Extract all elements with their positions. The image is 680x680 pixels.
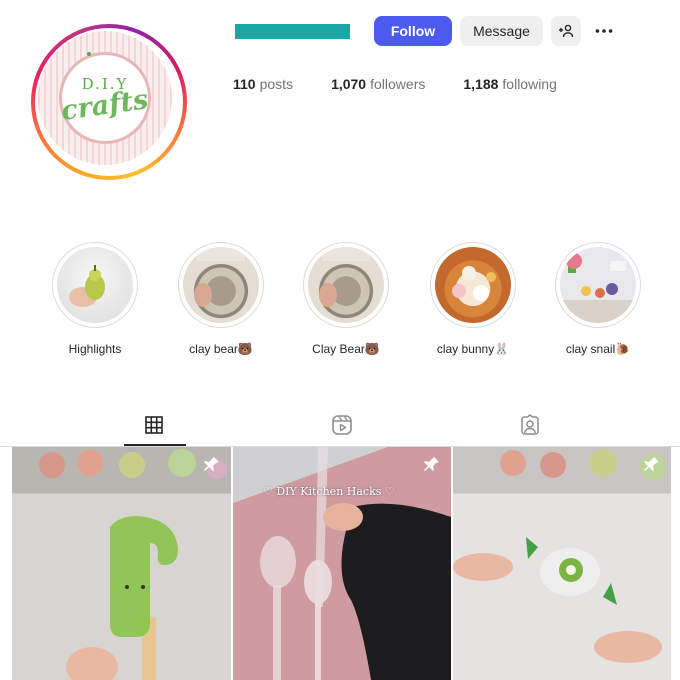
highlight-ring: [178, 242, 264, 328]
stat-followers[interactable]: 1,070 followers: [331, 76, 425, 92]
active-tab-indicator: [124, 444, 186, 446]
message-button[interactable]: Message: [460, 16, 543, 46]
pinned-icon: [424, 457, 439, 471]
highlight-ring: [303, 242, 389, 328]
username-redacted: [235, 24, 350, 39]
stat-followers-label: followers: [370, 76, 426, 92]
pinned-icon: [644, 457, 659, 471]
logo-main-text: crafts: [59, 84, 151, 127]
green-ice-pop-image: [39, 449, 227, 680]
pinned-icon: [204, 457, 219, 471]
pear-charm-image: [69, 265, 105, 307]
profile-avatar[interactable]: D.I.Y crafts: [31, 24, 187, 180]
grid-icon: [145, 416, 163, 434]
highlight-ring: [430, 242, 516, 328]
highlight-ring: [52, 242, 138, 328]
post-tile[interactable]: [453, 447, 671, 680]
stat-posts: 110 posts: [233, 76, 293, 92]
highlight-thumbnail: [560, 247, 636, 323]
more-options-button[interactable]: [589, 16, 619, 46]
highlight-clay-bear-2[interactable]: Clay Bear🐻: [303, 242, 389, 356]
kiwi-candy-charm-image: [453, 449, 666, 663]
post-caption: ♡ DIY Kitchen Hacks ♡: [263, 485, 395, 498]
clay-snail-image: [566, 253, 626, 298]
highlight-thumbnail: [183, 247, 259, 323]
highlight-clay-bear[interactable]: clay bear🐻: [178, 242, 264, 356]
stat-following-label: following: [502, 76, 557, 92]
profile-stats: 110 posts 1,070 followers 1,188 following: [233, 76, 595, 92]
stat-followers-value: 1,070: [331, 76, 367, 92]
highlight-label: Clay Bear🐻: [312, 342, 380, 356]
highlight-label: Highlights: [68, 342, 122, 356]
post-tile[interactable]: [12, 447, 231, 680]
stat-posts-value: 110: [233, 76, 256, 92]
stat-following-value: 1,188: [463, 76, 499, 92]
plastic-spoons-image: [260, 447, 451, 680]
add-user-icon: [559, 24, 574, 38]
stat-posts-label: posts: [259, 76, 294, 92]
highlight-label: clay bear🐻: [189, 342, 253, 356]
clay-bowl-image: [319, 247, 370, 307]
reels-icon: [332, 415, 352, 435]
avatar-background: D.I.Y crafts: [38, 31, 172, 165]
avatar-logo: D.I.Y crafts: [59, 52, 151, 141]
highlight-ring: [555, 242, 641, 328]
highlight-label: clay bunny🐰: [436, 342, 510, 356]
suggest-users-button[interactable]: [551, 16, 581, 46]
grid-tab[interactable]: [143, 414, 165, 436]
tagged-icon: [521, 414, 539, 435]
highlight-clay-snail[interactable]: clay snail🐌: [555, 242, 641, 356]
highlight-label: clay snail🐌: [565, 342, 631, 356]
highlight-highlights[interactable]: Highlights: [52, 242, 138, 356]
highlight-thumbnail: [308, 247, 384, 323]
tagged-tab[interactable]: [519, 414, 541, 436]
highlight-thumbnail: [435, 247, 511, 323]
follow-button[interactable]: Follow: [374, 16, 452, 46]
logo-dot: [87, 52, 91, 56]
stat-following[interactable]: 1,188 following: [463, 76, 557, 92]
more-icon: [595, 29, 613, 33]
clay-bunnies-image: [452, 266, 496, 301]
clay-bowl-image: [194, 247, 245, 307]
highlight-thumbnail: [57, 247, 133, 323]
highlight-clay-bunny[interactable]: clay bunny🐰: [430, 242, 516, 356]
reels-tab[interactable]: [331, 414, 353, 436]
post-tile[interactable]: ♡ DIY Kitchen Hacks ♡: [233, 447, 451, 680]
